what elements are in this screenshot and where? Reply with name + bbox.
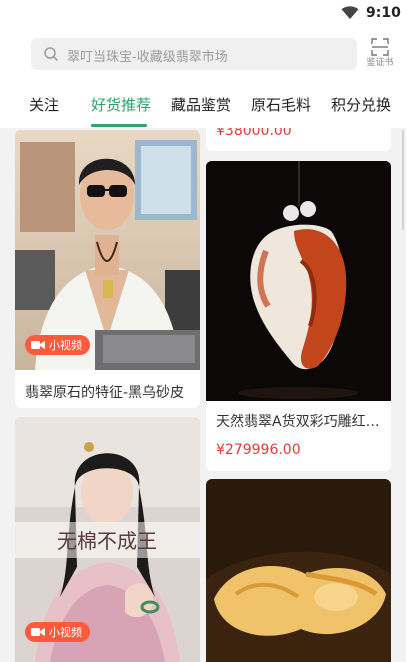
video-camera-icon	[31, 341, 45, 349]
video-badge-label: 小视频	[49, 626, 82, 639]
video-overlay-caption: 无棉不成王	[57, 529, 157, 553]
scrollbar[interactable]	[402, 130, 404, 230]
search-placeholder: 翠叮当珠宝-收藏级翡翠市场	[67, 50, 228, 65]
tab-collection-appraisal[interactable]: 藏品鉴赏	[171, 94, 231, 115]
wifi-icon	[341, 6, 359, 19]
tab-points-exchange[interactable]: 积分兑换	[331, 94, 391, 115]
video-badge-label: 小视频	[49, 339, 82, 352]
product-image	[206, 161, 391, 401]
product-feed[interactable]: 小视频 翡翠原石的特征-黑乌砂皮 无棉不成王 小视频 ¥38000.00 天然翡…	[0, 128, 406, 662]
active-tab-indicator	[91, 124, 147, 127]
product-card[interactable]	[206, 479, 391, 662]
product-card[interactable]: 天然翡翠A货双彩巧雕红翡… ¥279996.00	[206, 161, 391, 471]
clock: 9:10	[366, 5, 401, 21]
video-badge: 小视频	[25, 622, 90, 642]
category-tabs: 关注 好货推荐 藏品鉴赏 原石毛料 积分兑换	[0, 84, 406, 128]
search-icon	[44, 47, 59, 62]
tab-recommended[interactable]: 好货推荐	[91, 94, 151, 115]
video-camera-icon	[31, 628, 45, 636]
video-card[interactable]: 无棉不成王 小视频	[15, 417, 200, 662]
product-price: ¥38000.00	[216, 128, 292, 139]
product-title: 天然翡翠A货双彩巧雕红翡…	[216, 414, 386, 430]
product-price: ¥279996.00	[216, 442, 301, 458]
scan-certificate-button[interactable]: 鉴证书	[362, 38, 398, 74]
search-input[interactable]: 翠叮当珠宝-收藏级翡翠市场	[31, 38, 357, 70]
video-thumbnail	[15, 130, 200, 370]
product-card[interactable]: ¥38000.00	[206, 128, 391, 151]
tab-following[interactable]: 关注	[29, 94, 59, 115]
video-badge: 小视频	[25, 335, 90, 355]
scan-icon	[371, 38, 389, 56]
status-bar: 9:10	[0, 0, 406, 28]
search-row: 翠叮当珠宝-收藏级翡翠市场 鉴证书	[0, 28, 406, 84]
video-card[interactable]: 小视频 翡翠原石的特征-黑乌砂皮	[15, 130, 200, 408]
card-title: 翡翠原石的特征-黑乌砂皮	[25, 385, 185, 401]
scan-label: 鉴证书	[366, 58, 394, 68]
product-image	[206, 479, 391, 662]
tab-raw-stones[interactable]: 原石毛料	[251, 94, 311, 115]
